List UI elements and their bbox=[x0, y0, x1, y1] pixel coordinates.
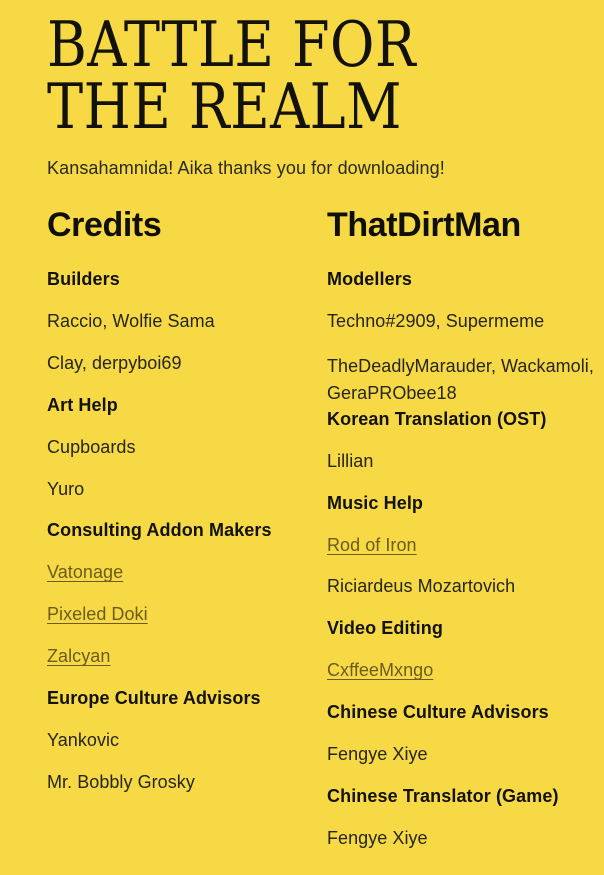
credit-row: Zalcyan bbox=[47, 646, 327, 668]
credit-name-link[interactable]: Rod of Iron bbox=[327, 535, 417, 557]
credit-name: TheDeadlyMarauder, Wackamoli, GeraPRObee… bbox=[327, 355, 594, 403]
credit-name: Mr. Bobbly Grosky bbox=[47, 772, 195, 793]
credit-name: Fengye Xiye bbox=[327, 828, 428, 849]
column-heading-thatdirtman: ThatDirtMan bbox=[327, 206, 521, 245]
credit-category-label: Chinese Culture Advisors bbox=[327, 702, 549, 723]
credit-category-label: Music Help bbox=[327, 492, 424, 513]
credit-row: Pixeled Doki bbox=[47, 604, 327, 626]
thatdirtman-entry-list: Modellers Techno#2909, Supermeme TheDeadly… bbox=[327, 269, 604, 850]
credit-category-label: Chinese Translator (Game) bbox=[327, 786, 559, 807]
credits-column-left: Credits Builders Raccio, Wolfie Sama Clay,… bbox=[47, 206, 327, 814]
thank-you-message: Kansahamnida! Aika thanks you for downlo… bbox=[47, 158, 445, 179]
credit-name: Cupboards bbox=[47, 436, 136, 457]
credit-category-label: Builders bbox=[47, 268, 120, 289]
credits-column-right: ThatDirtMan Modellers Techno#2909, Superm… bbox=[327, 206, 604, 870]
credits-page: BATTLE FOR THE REALM Kansahamnida! Aika … bbox=[0, 0, 604, 875]
masthead: BATTLE FOR THE REALM Kansahamnida! Aika … bbox=[0, 0, 604, 180]
credit-name: Clay, derpyboi69 bbox=[47, 352, 182, 373]
credit-row: Vatonage bbox=[47, 562, 327, 584]
credit-row: Rod of Iron bbox=[327, 535, 604, 557]
credits-columns: Credits Builders Raccio, Wolfie Sama Clay,… bbox=[0, 206, 604, 870]
credit-category-label: Modellers bbox=[327, 268, 412, 289]
credit-name-link[interactable]: Pixeled Doki bbox=[47, 604, 148, 626]
credit-name: Fengye Xiye bbox=[327, 744, 428, 765]
page-title: BATTLE FOR THE REALM bbox=[47, 8, 417, 143]
credit-name: Riciardeus Mozartovich bbox=[327, 576, 516, 597]
credit-category-label: Consulting Addon Makers bbox=[47, 520, 272, 541]
credit-category-label: Korean Translation (OST) bbox=[327, 408, 547, 429]
column-heading-credits: Credits bbox=[47, 206, 162, 245]
credit-name: Yuro bbox=[47, 478, 85, 499]
credit-category-label: Video Editing bbox=[327, 618, 443, 639]
credits-entry-list: Builders Raccio, Wolfie Sama Clay, derpybo… bbox=[47, 269, 327, 794]
credit-name: Lillian bbox=[327, 450, 374, 471]
credit-name: Raccio, Wolfie Sama bbox=[47, 310, 215, 331]
credit-name-link[interactable]: Zalcyan bbox=[47, 646, 110, 668]
credit-category-label: Europe Culture Advisors bbox=[47, 688, 261, 709]
credit-category-label: Art Help bbox=[47, 394, 118, 415]
credit-name: Techno#2909, Supermeme bbox=[327, 310, 545, 331]
credit-row: CxffeeMxngo bbox=[327, 660, 604, 682]
credit-name: Yankovic bbox=[47, 730, 120, 751]
credit-name-link[interactable]: Vatonage bbox=[47, 562, 123, 584]
credit-name-link[interactable]: CxffeeMxngo bbox=[327, 660, 433, 682]
